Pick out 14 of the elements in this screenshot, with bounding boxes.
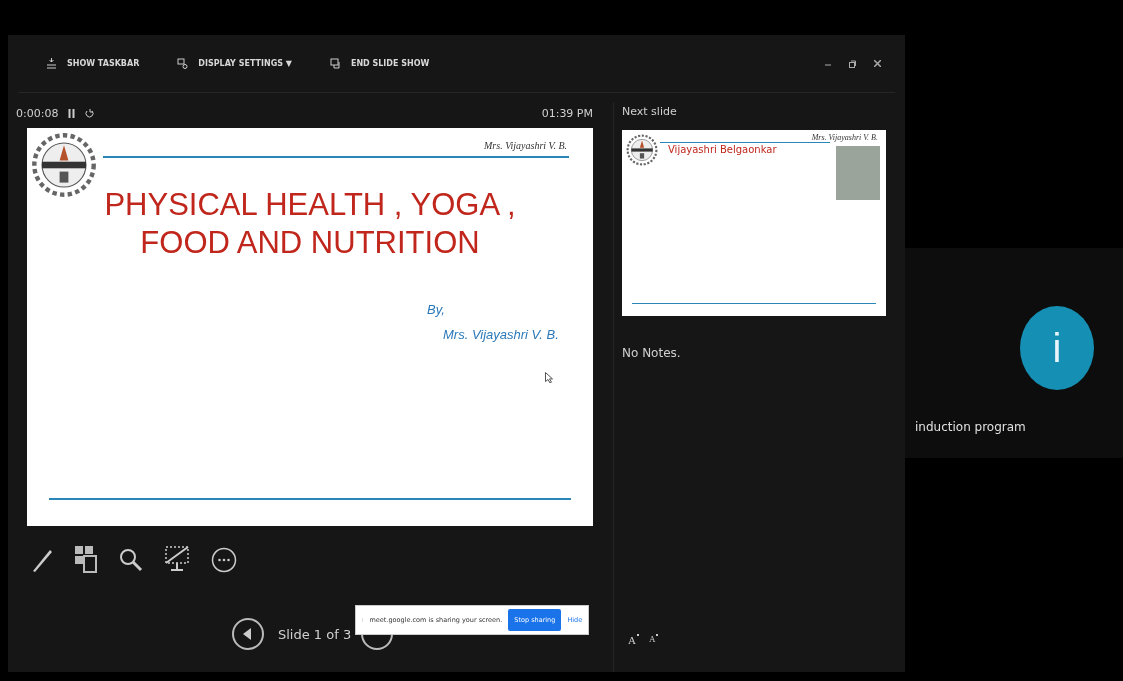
slide-counter: Slide 1 of 3 (278, 626, 352, 642)
presenter-name: Mrs. Vijayashri V. B. (443, 327, 559, 342)
participant-name: induction program (915, 420, 1027, 434)
next-slide-author: Mrs. Vijayashri V. B. (811, 133, 878, 142)
clock-time: 01:39 PM (541, 106, 593, 120)
participant-avatar: i (1020, 306, 1094, 390)
elapsed-time: 0:00:08 (16, 106, 59, 120)
speaker-notes: No Notes. (622, 346, 682, 360)
slide-author: Mrs. Vijayashri V. B. (484, 140, 567, 151)
next-slide-heading: Vijayashri Belgaonkar (668, 144, 777, 155)
next-slide-label: Next slide (622, 105, 678, 120)
slide-title: FOOD AND NUTRITION (140, 224, 480, 262)
slide-title: PHYSICAL HEALTH , YOGA , (104, 186, 516, 224)
byline: By, (427, 302, 445, 317)
